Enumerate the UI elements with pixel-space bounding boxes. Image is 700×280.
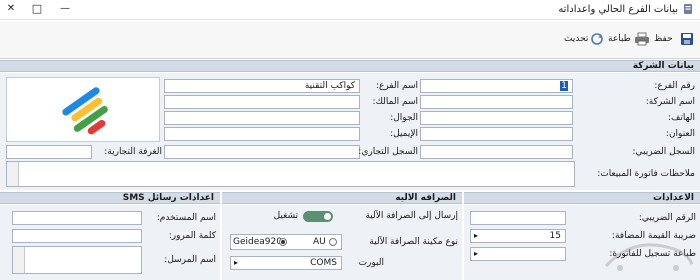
sms-section-header: اعدادات رسائل SMS [0,192,220,204]
machine-type-label: نوع مكينة الصرافة الآلية [369,237,458,247]
company-section-header: بيانات الشركة [0,60,700,72]
sender-scrollbar[interactable] [13,247,25,273]
atm-toggle-switch[interactable] [303,211,333,222]
option-au-radio[interactable] [329,238,337,246]
tax-record-label: السجل الضريبي: [632,147,695,157]
owner-name-field[interactable] [164,95,360,109]
address-field[interactable] [420,127,573,141]
refresh-icon [591,33,603,45]
refresh-label: تحديث [564,34,589,44]
atm-toggle-label: تشغيل [273,211,298,221]
branch-name-field[interactable]: كواكب التقنية [164,79,360,93]
port-field[interactable]: ▸ COMS [230,256,342,270]
print-button[interactable]: طباعة [608,29,650,51]
toolbar: حفظ طباعة تحديث [0,21,700,59]
company-name-label: اسم الشركة: [645,97,695,107]
atm-send-label: إرسال إلى الصرافة الآلية [365,211,458,221]
maximize-button[interactable]: □ [30,2,44,16]
mobile-field[interactable] [164,111,360,125]
title-bar: ✕ □ — بيانات الفرع الحالي واعداداته [0,0,700,20]
tax-number-label: الرقم الضريبي: [638,213,696,223]
branch-name-label: اسم الفرع: [375,81,418,91]
address-label: العنوان: [665,129,695,139]
option-au-label: AU [313,237,326,247]
branch-number-value: 1 [560,81,568,91]
save-button[interactable]: حفظ [652,29,696,51]
refresh-button[interactable]: تحديث [564,29,606,51]
print-label: طباعة [608,34,631,44]
window-title: بيانات الفرع الحالي واعداداته [558,4,678,15]
sms-username-label: اسم المستخدم: [156,213,216,223]
save-label: حفظ [654,34,673,44]
phone-label: الهاتف: [668,113,695,123]
branch-name-value: كواكب التقنية [304,81,355,91]
watermark-logo [600,236,696,276]
phone-field[interactable] [420,111,573,125]
sms-sender-field[interactable] [12,246,142,274]
owner-name-label: اسم المالك: [372,97,418,107]
sms-sender-label: اسم المرسل: [164,255,216,265]
tax-record-field[interactable] [420,145,573,159]
commercial-record-field[interactable] [164,145,360,159]
branch-number-label: رقم الفرع: [654,81,695,91]
sms-password-field[interactable] [12,229,142,243]
vat-value: 15 [549,231,561,241]
settings-section-header: الاعدادات [464,192,700,204]
vat-field[interactable]: ▸ 15 [470,229,566,243]
chamber-field[interactable] [6,145,92,159]
machine-type-group: Geidea920 AU [230,234,342,250]
port-value: COMS [310,258,337,268]
email-field[interactable] [164,127,360,141]
print-option-spin-icon[interactable]: ▸ [474,248,478,260]
sms-username-field[interactable] [12,211,142,225]
option-geidea-radio[interactable] [279,238,287,246]
commercial-record-label: السجل التجاري: [358,147,418,157]
port-dropdown-icon[interactable]: ▸ [234,257,238,269]
invoice-notes-label: ملاحظات فاتورة المبيعات: [597,169,695,179]
option-geidea-label: Geidea920 [233,237,282,247]
save-icon [681,33,693,45]
port-label: البورت [358,258,384,268]
notes-scrollbar[interactable] [7,162,19,186]
company-name-field[interactable] [420,95,573,109]
printer-icon [635,32,649,46]
app-icon [682,3,694,15]
tax-number-field[interactable] [470,211,566,225]
company-logo [6,77,160,142]
atm-section-header: الصرافه الاليه [222,192,462,204]
sms-password-label: كلمة المرور: [168,231,216,241]
invoice-notes-textarea[interactable] [6,161,575,187]
print-option-field[interactable]: ▸ [470,247,566,261]
close-button[interactable]: ✕ [4,2,18,16]
chamber-label: الغرفة التجارية: [104,147,162,157]
email-label: الإيميل: [390,129,418,139]
minimize-button[interactable]: — [58,2,72,16]
mobile-label: الجوال: [390,113,418,123]
branch-number-field[interactable]: 1 [420,79,573,93]
logo-image [62,87,108,135]
vat-spin-icon[interactable]: ▸ [474,230,478,242]
